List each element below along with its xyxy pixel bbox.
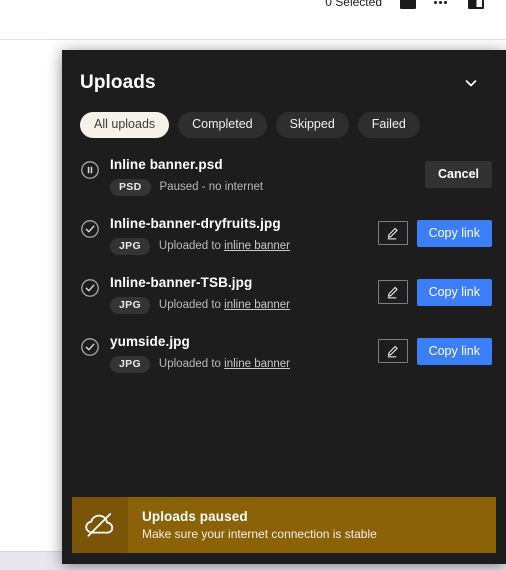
file-info: Inline banner.psd PSD Paused - no intern… — [110, 156, 425, 196]
file-name: Inline-banner-dryfruits.jpg — [110, 215, 281, 231]
status-banner: Uploads paused Make sure your internet c… — [72, 497, 496, 553]
row-actions: Copy link — [377, 337, 492, 365]
pencil-icon — [385, 285, 400, 300]
share-icon[interactable] — [400, 0, 416, 9]
pause-circle-icon — [80, 160, 100, 180]
copy-link-button[interactable]: Copy link — [416, 337, 492, 365]
rename-button[interactable] — [377, 221, 408, 246]
file-name: Inline-banner-TSB.jpg — [110, 274, 253, 290]
file-info: yumside.jpg JPG Uploaded to inline banne… — [110, 333, 378, 373]
upload-file-list: Inline banner.psd PSD Paused - no intern… — [62, 138, 506, 498]
file-info: Inline-banner-dryfruits.jpg JPG Uploaded… — [110, 215, 378, 255]
table-row: Inline-banner-dryfruits.jpg JPG Uploaded… — [62, 215, 506, 259]
table-row: Inline banner.psd PSD Paused - no intern… — [62, 156, 506, 200]
cloud-offline-icon — [83, 511, 117, 539]
row-actions: Cancel — [425, 160, 492, 188]
file-status-label: Uploaded to — [158, 240, 221, 253]
file-name: Inline banner.psd — [110, 156, 223, 172]
filter-chip-skipped[interactable]: Skipped — [275, 112, 349, 138]
file-status-text: Uploaded to inline banner — [159, 358, 290, 370]
file-status-text: Paused - no internet — [159, 181, 264, 194]
pencil-icon — [385, 226, 400, 241]
rename-button[interactable] — [377, 280, 408, 305]
table-row: Inline-banner-TSB.jpg JPG Uploaded to in… — [62, 274, 506, 318]
file-type-badge: JPG — [110, 237, 150, 255]
file-meta: JPG Uploaded to inline banner — [110, 355, 378, 373]
file-type-badge: PSD — [110, 178, 151, 196]
alert-icon-container — [72, 497, 128, 553]
file-status-label: Uploaded to — [158, 299, 221, 312]
check-circle-icon — [80, 278, 100, 298]
cancel-button[interactable]: Cancel — [425, 160, 492, 188]
destination-folder-link[interactable]: inline banner — [224, 240, 290, 252]
row-actions: Copy link — [377, 219, 492, 247]
file-status-text: Uploaded to inline banner — [159, 299, 290, 311]
file-info: Inline-banner-TSB.jpg JPG Uploaded to in… — [110, 274, 378, 314]
details-panel-icon[interactable] — [468, 0, 484, 9]
file-type-badge: JPG — [110, 296, 150, 314]
filter-chip-completed[interactable]: Completed — [178, 112, 267, 138]
file-meta: PSD Paused - no internet — [110, 178, 425, 196]
uploads-dialog: Uploads All uploads Completed Skipped Fa… — [62, 50, 506, 564]
file-type-badge: JPG — [110, 355, 150, 373]
check-circle-icon — [80, 219, 100, 239]
page-title: Uploads — [80, 72, 156, 93]
destination-folder-link[interactable]: inline banner — [224, 299, 290, 311]
pencil-icon — [385, 344, 400, 359]
collapse-button[interactable] — [458, 70, 484, 96]
chevron-down-icon — [462, 74, 480, 92]
alert-subtitle: Make sure your internet connection is st… — [142, 527, 377, 541]
file-meta: JPG Uploaded to inline banner — [110, 237, 378, 255]
file-status-label: Uploaded to — [158, 358, 221, 371]
rename-button[interactable] — [377, 339, 408, 364]
alert-text-container: Uploads paused Make sure your internet c… — [128, 497, 496, 553]
file-name: yumside.jpg — [110, 333, 190, 349]
copy-link-button[interactable]: Copy link — [416, 278, 492, 306]
filter-chip-all-uploads[interactable]: All uploads — [80, 112, 170, 138]
top-toolbar: 0 Selected — [0, 0, 506, 13]
destination-folder-link[interactable]: inline banner — [224, 358, 290, 370]
more-options-icon[interactable] — [434, 0, 450, 9]
filter-chip-row: All uploads Completed Skipped Failed — [62, 96, 506, 138]
alert-title: Uploads paused — [142, 509, 248, 524]
uploads-dialog-header: Uploads — [62, 50, 506, 96]
row-actions: Copy link — [377, 278, 492, 306]
file-meta: JPG Uploaded to inline banner — [110, 296, 378, 314]
selected-count-label: 0 Selected — [325, 0, 382, 9]
filter-chip-failed[interactable]: Failed — [357, 112, 420, 138]
file-status-text: Uploaded to inline banner — [159, 240, 290, 252]
copy-link-button[interactable]: Copy link — [416, 219, 492, 247]
table-row: yumside.jpg JPG Uploaded to inline banne… — [62, 333, 506, 377]
check-circle-icon — [80, 337, 100, 357]
